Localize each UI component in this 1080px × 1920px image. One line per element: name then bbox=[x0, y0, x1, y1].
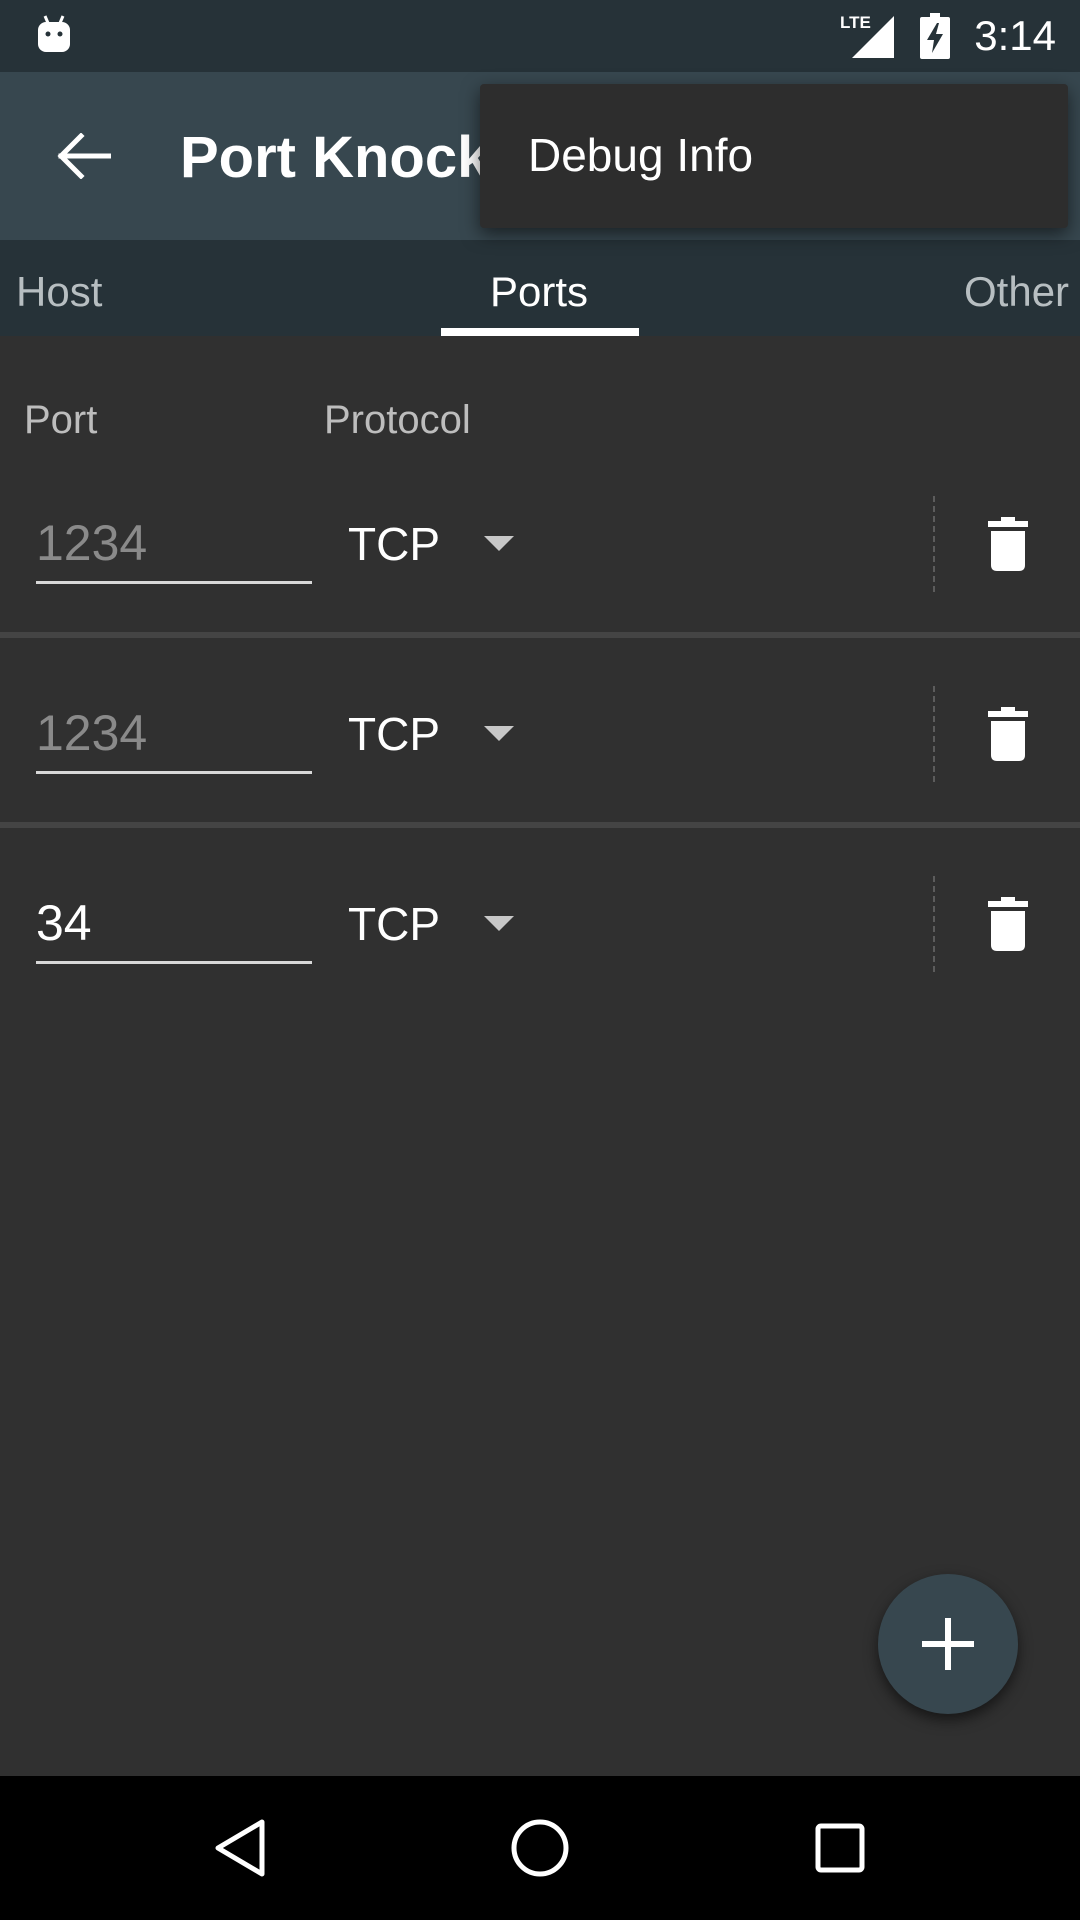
row-divider bbox=[0, 822, 1080, 828]
protocol-dropdown[interactable]: TCP bbox=[348, 884, 568, 964]
nav-home-button[interactable] bbox=[500, 1808, 580, 1888]
protocol-dropdown[interactable]: TCP bbox=[348, 694, 568, 774]
ports-content: Port Protocol TCP TCP bbox=[0, 336, 1080, 1776]
tab-bar: Host Ports Other bbox=[0, 240, 1080, 336]
nav-back-icon bbox=[215, 1819, 265, 1877]
menu-item-debug-info[interactable]: Debug Info bbox=[528, 128, 753, 182]
row-separator bbox=[933, 496, 935, 592]
delete-port-button[interactable] bbox=[976, 504, 1040, 584]
status-time: 3:14 bbox=[974, 12, 1056, 59]
nav-back-button[interactable] bbox=[200, 1808, 280, 1888]
protocol-column-header: Protocol bbox=[324, 398, 471, 442]
back-button[interactable] bbox=[48, 120, 120, 192]
protocol-dropdown[interactable]: TCP bbox=[348, 504, 568, 584]
protocol-value: TCP bbox=[348, 898, 440, 950]
protocol-value: TCP bbox=[348, 518, 440, 570]
dropdown-arrow-icon bbox=[484, 726, 514, 741]
port-column-header: Port bbox=[24, 398, 98, 442]
nav-home-icon bbox=[511, 1819, 569, 1877]
tab-ports[interactable]: Ports bbox=[490, 268, 588, 316]
trash-icon bbox=[988, 707, 1028, 761]
port-input[interactable] bbox=[36, 884, 312, 964]
dropdown-arrow-icon bbox=[484, 916, 514, 931]
trash-icon bbox=[988, 517, 1028, 571]
tab-host[interactable]: Host bbox=[16, 268, 102, 316]
lte-signal-icon: LTE bbox=[840, 13, 895, 58]
android-icon bbox=[38, 15, 70, 52]
arrow-back-icon bbox=[57, 133, 111, 179]
dropdown-arrow-icon bbox=[484, 536, 514, 551]
overflow-menu: Debug Info bbox=[480, 84, 1068, 228]
port-row: TCP bbox=[0, 466, 1080, 656]
delete-port-button[interactable] bbox=[976, 694, 1040, 774]
nav-recents-button[interactable] bbox=[800, 1808, 880, 1888]
row-separator bbox=[933, 686, 935, 782]
port-input[interactable] bbox=[36, 504, 312, 584]
row-separator bbox=[933, 876, 935, 972]
delete-port-button[interactable] bbox=[976, 884, 1040, 964]
tab-other[interactable]: Other bbox=[964, 268, 1069, 316]
navigation-bar bbox=[0, 1776, 1080, 1920]
trash-icon bbox=[988, 897, 1028, 951]
plus-icon bbox=[922, 1618, 974, 1670]
battery-charging-icon bbox=[920, 13, 951, 59]
port-row: TCP bbox=[0, 846, 1080, 1036]
nav-recents-icon bbox=[815, 1823, 865, 1873]
status-bar: LTE 3:14 bbox=[0, 0, 1080, 72]
tab-indicator bbox=[441, 328, 639, 336]
row-divider bbox=[0, 632, 1080, 638]
port-row: TCP bbox=[0, 656, 1080, 846]
network-label: LTE bbox=[840, 13, 871, 32]
port-input[interactable] bbox=[36, 694, 312, 774]
add-port-button[interactable] bbox=[878, 1574, 1018, 1714]
protocol-value: TCP bbox=[348, 708, 440, 760]
